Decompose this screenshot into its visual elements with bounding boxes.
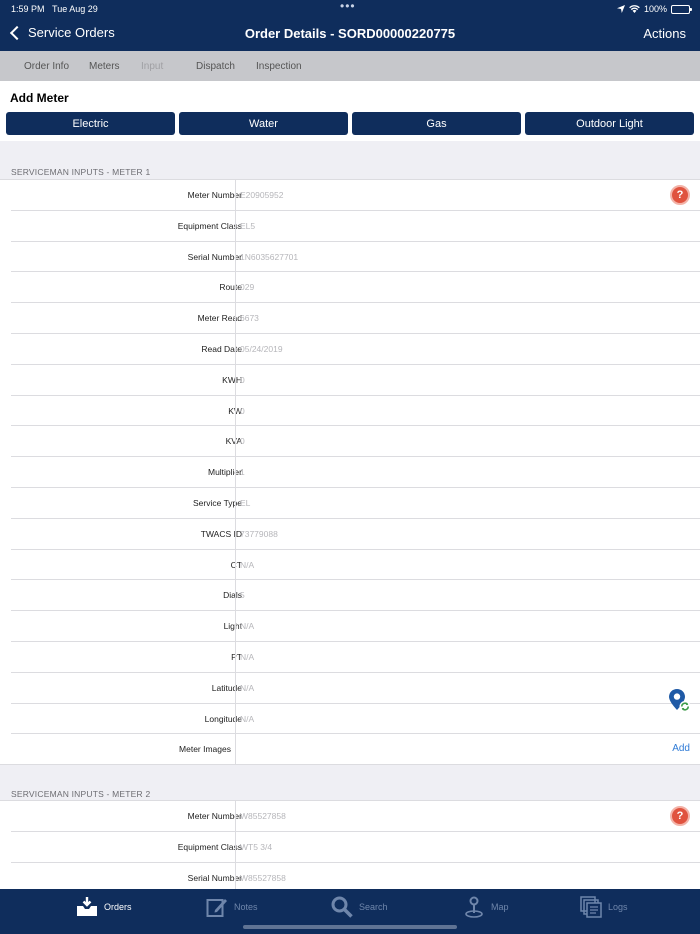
service-type-field[interactable]: EL (235, 487, 700, 518)
tab-orders[interactable]: Orders (76, 896, 132, 918)
add-image-link[interactable]: Add (672, 743, 690, 754)
route-field[interactable]: 029 (235, 272, 700, 303)
meter1-row: TWACS ID 73779088 (11, 518, 700, 550)
chevron-left-icon (9, 25, 25, 40)
status-time: 1:59 PM Tue Aug 29 (11, 4, 98, 14)
meter2-section-header: SERVICEMAN INPUTS - METER 2 (11, 789, 151, 799)
meter-images-area (235, 734, 700, 765)
multiplier-field[interactable]: 1 (235, 457, 700, 487)
field-label: Meter Images (179, 744, 231, 755)
meter1-row: Serial Number 1N6035627701 (11, 241, 700, 273)
meter1-row: Route 029 (11, 272, 700, 304)
serial-number-field[interactable]: 1N6035627701 (235, 241, 700, 272)
meter1-row: KWH 0 (11, 364, 700, 396)
read-date-field[interactable]: 05/24/2019 (235, 333, 700, 364)
tab-label: Notes (234, 902, 258, 912)
status-bar: 1:59 PM Tue Aug 29 ••• 100% (0, 0, 700, 17)
meter1-row: Longitude N/A (11, 703, 700, 735)
kwh-field[interactable]: 0 (235, 364, 700, 395)
tab-dispatch[interactable]: Dispatch (196, 61, 235, 72)
tab-label: Orders (104, 902, 132, 912)
tab-input[interactable]: Input (141, 61, 163, 72)
meter1-row: Multiplier 1 (11, 457, 700, 488)
location-arrow-icon (616, 5, 625, 13)
meter1-row: Meter Read 6673 (11, 303, 700, 334)
equipment-class-field[interactable]: WT5 3/4 (235, 831, 700, 862)
meter-number-field[interactable]: E20905952 (235, 180, 700, 210)
meter1-row-meter-number: Meter Number E20905952 ? (11, 180, 700, 211)
meter1-row-images: Meter Images Add (0, 734, 700, 766)
meter1-row: Dials 5 (11, 580, 700, 612)
tab-meters[interactable]: Meters (89, 61, 120, 72)
help-icon[interactable]: ? (670, 806, 690, 826)
meter1-row: Service Type EL (11, 487, 700, 519)
back-label: Service Orders (28, 25, 115, 40)
meter-number-field[interactable]: W85527858 (235, 801, 700, 831)
edit-note-icon (206, 899, 227, 917)
field-label: Meter Number (187, 811, 242, 821)
logs-stack-icon (580, 896, 602, 918)
pt-field[interactable]: N/A (235, 641, 700, 672)
navigation-bar: 1:59 PM Tue Aug 29 ••• 100% Service Orde… (0, 0, 700, 51)
meter1-form: Meter Number E20905952 ? Equipment Class… (0, 179, 700, 766)
tab-order-info[interactable]: Order Info (24, 61, 69, 72)
meter2-row: Equipment Class WT5 3/4 (11, 831, 700, 863)
tab-label: Logs (608, 902, 628, 912)
twacs-id-field[interactable]: 73779088 (235, 518, 700, 549)
meter1-row: PT N/A (11, 641, 700, 673)
meter1-row: Latitude N/A (11, 672, 700, 704)
meter1-row: Read Date 05/24/2019 (11, 333, 700, 365)
serial-number-field[interactable]: W85527858 (235, 862, 700, 893)
battery-percent: 100% (643, 4, 667, 14)
add-meter-title: Add Meter (10, 91, 69, 105)
add-gas-button[interactable]: Gas (352, 112, 521, 135)
tab-map[interactable]: Map (463, 896, 509, 918)
meter2-form: Meter Number W85527858 ? Equipment Class… (0, 800, 700, 894)
field-label: Serial Number (187, 872, 242, 883)
latitude-field[interactable]: N/A (235, 672, 700, 703)
kva-field[interactable]: 0 (235, 426, 700, 457)
meter1-row: KW 0 (11, 395, 700, 427)
search-icon (331, 896, 353, 918)
meter1-row: Equipment Class EL5 (11, 210, 700, 242)
tab-inspection[interactable]: Inspection (256, 61, 302, 72)
dials-field[interactable]: 5 (235, 580, 700, 611)
field-label: Serial Number (187, 251, 242, 262)
meter1-row: Light N/A (11, 611, 700, 642)
longitude-field[interactable]: N/A (235, 703, 700, 734)
tab-label: Map (491, 902, 509, 912)
add-electric-button[interactable]: Electric (6, 112, 175, 135)
field-label: Equipment Class (177, 841, 242, 852)
actions-button[interactable]: Actions (643, 26, 686, 41)
meter1-row: KVA 0 (11, 426, 700, 458)
status-right: 100% (616, 4, 692, 14)
add-water-button[interactable]: Water (179, 112, 348, 135)
map-pin-icon (465, 896, 483, 918)
tab-search[interactable]: Search (331, 896, 388, 918)
battery-icon (671, 4, 692, 14)
wifi-icon (629, 5, 640, 13)
equipment-class-field[interactable]: EL5 (235, 210, 700, 241)
meter1-row: CT N/A (11, 549, 700, 581)
help-icon[interactable]: ? (670, 185, 690, 205)
tab-logs[interactable]: Logs (580, 896, 628, 918)
meter-read-field[interactable]: 6673 (235, 303, 700, 333)
refresh-location-icon[interactable] (668, 688, 692, 714)
home-indicator[interactable] (243, 925, 457, 929)
meter1-section-header: SERVICEMAN INPUTS - METER 1 (11, 167, 151, 177)
meter2-row-meter-number: Meter Number W85527858 ? (11, 801, 700, 832)
add-meter-panel: Add Meter Electric Water Gas Outdoor Lig… (0, 81, 700, 141)
ct-field[interactable]: N/A (235, 549, 700, 580)
inbox-download-icon (77, 897, 97, 916)
light-field[interactable]: N/A (235, 611, 700, 641)
add-outdoor-light-button[interactable]: Outdoor Light (525, 112, 694, 135)
multitask-dots[interactable]: ••• (340, 0, 356, 13)
field-label: Equipment Class (177, 220, 242, 231)
detail-tabs: Order Info Meters Input Dispatch Inspect… (0, 51, 700, 81)
tab-label: Search (359, 902, 388, 912)
field-label: Meter Number (187, 190, 242, 200)
tab-notes[interactable]: Notes (206, 896, 258, 918)
kw-field[interactable]: 0 (235, 395, 700, 426)
back-button[interactable]: Service Orders (8, 25, 115, 40)
